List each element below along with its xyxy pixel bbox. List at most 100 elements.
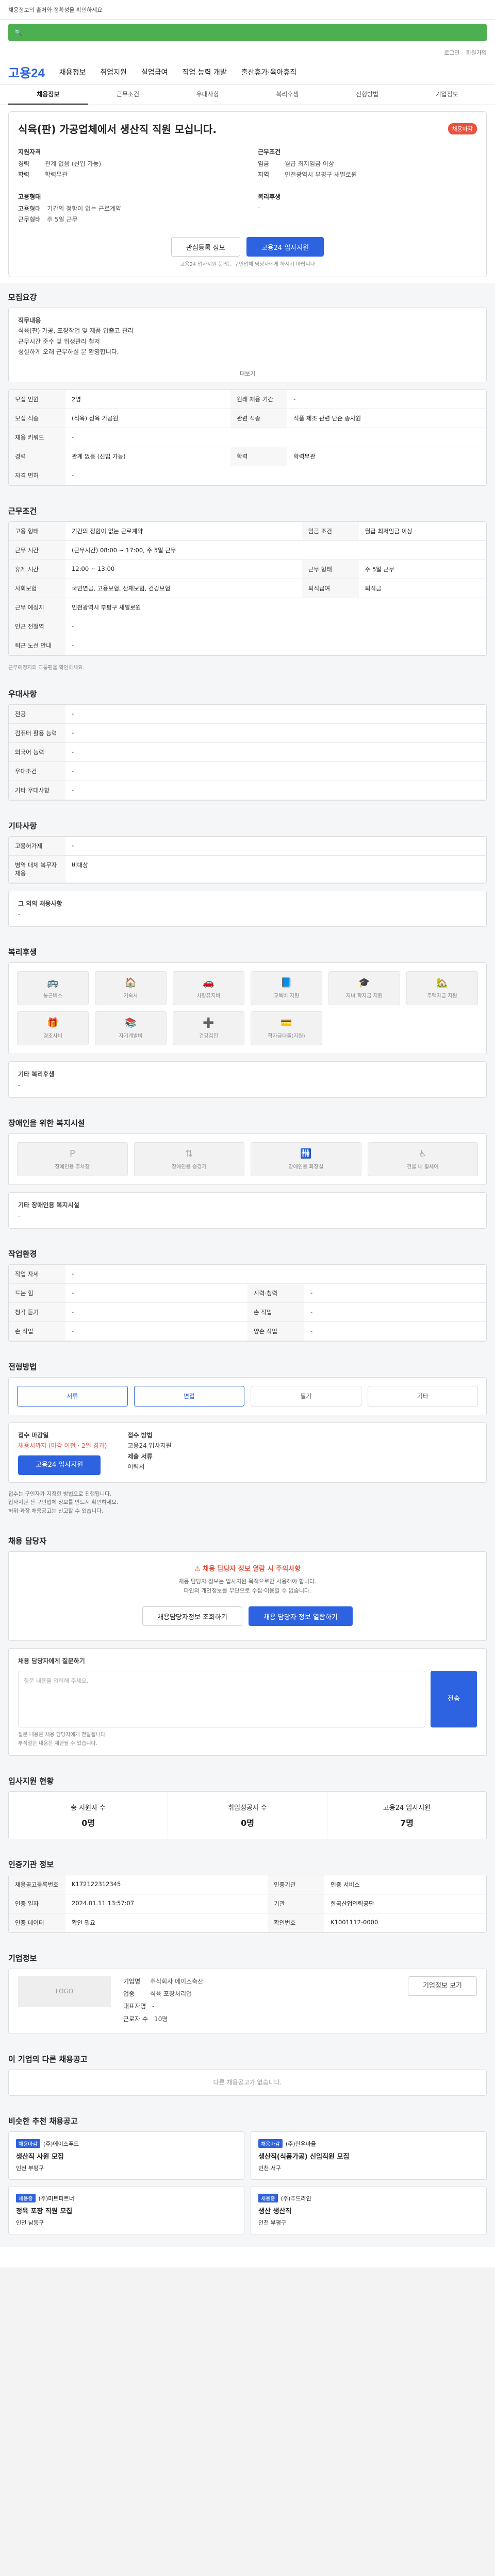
td: 학력무관 xyxy=(287,447,486,466)
recruit-table: 모집 인원 2명 원래 채용 기간 - 모집 직종 (식육) 정육 가공원 관련 직종 식품… xyxy=(9,389,486,485)
similar-job-card[interactable]: 채용마감 (주)에이스푸드 생산직 사원 모집 인천 부평구 xyxy=(8,2131,244,2180)
notice-text: 채용정보의 출처와 정확성을 확인하세요 xyxy=(8,6,103,13)
etc-table: 고용허가제 - 병역 대체 복무자 채용 비대상 xyxy=(9,836,486,883)
welfare-item: 🏠 기숙사 xyxy=(95,971,167,1006)
rec-company: (주)푸드라인 xyxy=(280,2195,311,2202)
welfare-item: 🚌 통근버스 xyxy=(17,971,89,1006)
rec-title: 생산직 사원 모집 xyxy=(16,2153,64,2161)
gnb-item-training[interactable]: 직업 능력 개발 xyxy=(182,67,226,77)
welfare-label: 자기계발비 xyxy=(119,1033,143,1040)
lookup-manager-button[interactable]: 채용담당자정보 조회하기 xyxy=(142,1606,242,1626)
gnb-item-unemployment[interactable]: 실업급여 xyxy=(141,67,168,77)
kv-value: 기간의 정함이 없는 근로계약 xyxy=(47,205,122,212)
apply-button-2[interactable]: 고용24 입사지원 xyxy=(18,1455,101,1475)
th: 모집 직종 xyxy=(9,409,65,428)
similar-title: 비슷한 추천 채용공고 xyxy=(8,2116,78,2126)
td: - xyxy=(65,761,486,781)
gnb-item-support[interactable]: 취업지원 xyxy=(100,67,127,77)
login-link[interactable]: 로그인 xyxy=(444,48,459,57)
similar-job-card[interactable]: 채용마감 (주)한우마을 생산직(식품가공) 신입직원 모집 인천 서구 xyxy=(251,2131,487,2180)
welfare-item: 🏡 주택자금 지원 xyxy=(406,971,478,1006)
facility-label: 장애인용 주차장 xyxy=(55,1164,90,1171)
stat-item: 총 지원자 수 0명 xyxy=(9,1791,168,1839)
more-button[interactable]: 더보기 xyxy=(9,364,486,382)
rec-area: 인천 부평구 xyxy=(16,2164,44,2172)
manager-title: 채용 담당자 xyxy=(8,1536,47,1546)
welfare-head: 복리후생 xyxy=(258,193,281,200)
elevator-icon: ⇅ xyxy=(185,1148,193,1160)
question-input[interactable]: 질문 내용을 입력해 주세요. xyxy=(18,1670,425,1727)
workenv-title: 작업환경 xyxy=(8,1249,37,1259)
recruit-section: 모집요강 직무내용 식육(판) 가공, 포장작업 및 제품 입출고 관리 근무시… xyxy=(0,283,495,497)
th: 인증 데이터 xyxy=(9,1913,65,1933)
question-note: 부적절한 내용은 제한될 수 있습니다. xyxy=(18,1740,97,1747)
similar-job-card[interactable]: 채용중 (주)미트파트너 정육 포장 직원 모집 인천 남동구 xyxy=(8,2185,244,2234)
th: 청각 듣기 xyxy=(9,1302,65,1322)
facility-label: 장애인용 화장실 xyxy=(288,1164,324,1171)
td: 인천광역시 부평구 새벌로원 xyxy=(65,598,486,617)
td: K1001112-0000 xyxy=(324,1913,486,1933)
tab-preference[interactable]: 우대사항 xyxy=(168,84,248,105)
kv-value: - xyxy=(258,204,260,211)
company-info-button[interactable]: 기업정보 보기 xyxy=(408,1976,477,1996)
other-jobs-empty: 다른 채용공고가 없습니다. xyxy=(213,2079,282,2087)
th: 관련 직종 xyxy=(230,409,288,428)
status-badge: 채용마감 xyxy=(448,123,477,134)
stat-label: 취업성공자 수 xyxy=(228,1804,267,1812)
selection-section: 전형방법 서류 면접 필기 기타 접수 마감일 채용시까지 (마감 이전 · 2… xyxy=(0,1352,495,1528)
company-title: 기업정보 xyxy=(8,1953,37,1963)
td: 확인 필요 xyxy=(65,1913,268,1933)
signup-link[interactable]: 회원가입 xyxy=(466,48,487,57)
td: 기간의 정함이 없는 근로계약 xyxy=(65,521,302,541)
apply-note: 고용24 입사지원 문의는 구인업체 담당자에게 하시기 바랍니다 xyxy=(180,262,315,267)
rec-company: (주)한우마을 xyxy=(285,2140,316,2147)
kv-value: 식육 포장처리업 xyxy=(150,1990,192,1998)
th: 확인번호 xyxy=(268,1913,325,1933)
warn-text: 채용 담당자 정보 열람 시 주의사항 xyxy=(203,1565,301,1573)
th: 자격 면허 xyxy=(9,466,65,485)
tab-selection[interactable]: 전형방법 xyxy=(327,84,407,105)
tab-welfare[interactable]: 복리후생 xyxy=(248,84,327,105)
td: - xyxy=(65,1283,248,1303)
disabled-other-val: - xyxy=(18,1212,21,1219)
interest-button[interactable]: 관심등록 정보 xyxy=(171,237,240,257)
gnb-item-leave[interactable]: 출산휴가·육아휴직 xyxy=(241,67,297,77)
apply-button[interactable]: 고용24 입사지원 xyxy=(246,237,324,257)
tab-company[interactable]: 기업정보 xyxy=(407,84,487,105)
welfare-label: 주택자금 지원 xyxy=(427,993,457,999)
td: - xyxy=(65,1302,248,1322)
condition-block: 근무조건 임금 월급 최저임금 이상 지역 인천광역시 부평구 새벌로원 xyxy=(258,147,477,181)
logo[interactable]: 고용24 xyxy=(8,63,45,81)
tab-conditions[interactable]: 근무조건 xyxy=(88,84,168,105)
welfare-item: 📚 자기계발비 xyxy=(95,1011,167,1046)
th: 근무 예정지 xyxy=(9,598,65,617)
preference-title: 우대사항 xyxy=(8,689,37,699)
th: 양손 작업 xyxy=(248,1321,304,1341)
kv-value: 10명 xyxy=(154,2015,168,2023)
selection-chip: 서류 xyxy=(17,1385,128,1406)
td: - xyxy=(65,836,486,856)
th: 근무 형태 xyxy=(302,560,359,579)
sub-nav: 채용정보 근무조건 우대사항 복리후생 전형방법 기업정보 xyxy=(0,84,495,105)
kv-value: 주식회사 에이스축산 xyxy=(150,1977,204,1985)
kv-label: 학력 xyxy=(18,171,30,178)
td: - xyxy=(65,742,486,762)
th: 컴퓨터 활용 능력 xyxy=(9,723,65,743)
selection-title: 전형방법 xyxy=(8,1362,37,1371)
td: - xyxy=(65,723,486,743)
search-bar[interactable]: 🔍 xyxy=(8,24,487,41)
rec-area: 인천 남동구 xyxy=(16,2219,44,2226)
welfare-section: 복리후생 🚌 통근버스 🏠 기숙사 🚗 차량유지비 📘 교육비 지원 🎓 자녀 학자금 지… xyxy=(0,938,495,1110)
th: 인근 전철역 xyxy=(9,617,65,636)
question-submit-button[interactable]: 전송 xyxy=(431,1670,477,1727)
rec-tag: 채용마감 xyxy=(258,2139,283,2148)
td: 식품 제조 관련 단순 종사원 xyxy=(287,409,486,428)
conditions-table: 고용 형태 기간의 정함이 없는 근로계약 임금 조건 월급 최저임금 이상 근무 시… xyxy=(9,521,486,655)
conditions-footnote: 근무예정지의 교통편을 확인하세요. xyxy=(8,665,85,671)
tab-recruit[interactable]: 채용정보 xyxy=(8,84,88,105)
gnb-item-jobs[interactable]: 채용정보 xyxy=(59,67,86,77)
kv-label: 근로자 수 xyxy=(123,2015,148,2023)
similar-job-card[interactable]: 채용중 (주)푸드라인 생산 생산직 인천 부평구 xyxy=(251,2185,487,2234)
employment-head: 고용형태 xyxy=(18,193,41,200)
view-manager-button[interactable]: 채용 담당자 정보 열람하기 xyxy=(248,1606,353,1626)
